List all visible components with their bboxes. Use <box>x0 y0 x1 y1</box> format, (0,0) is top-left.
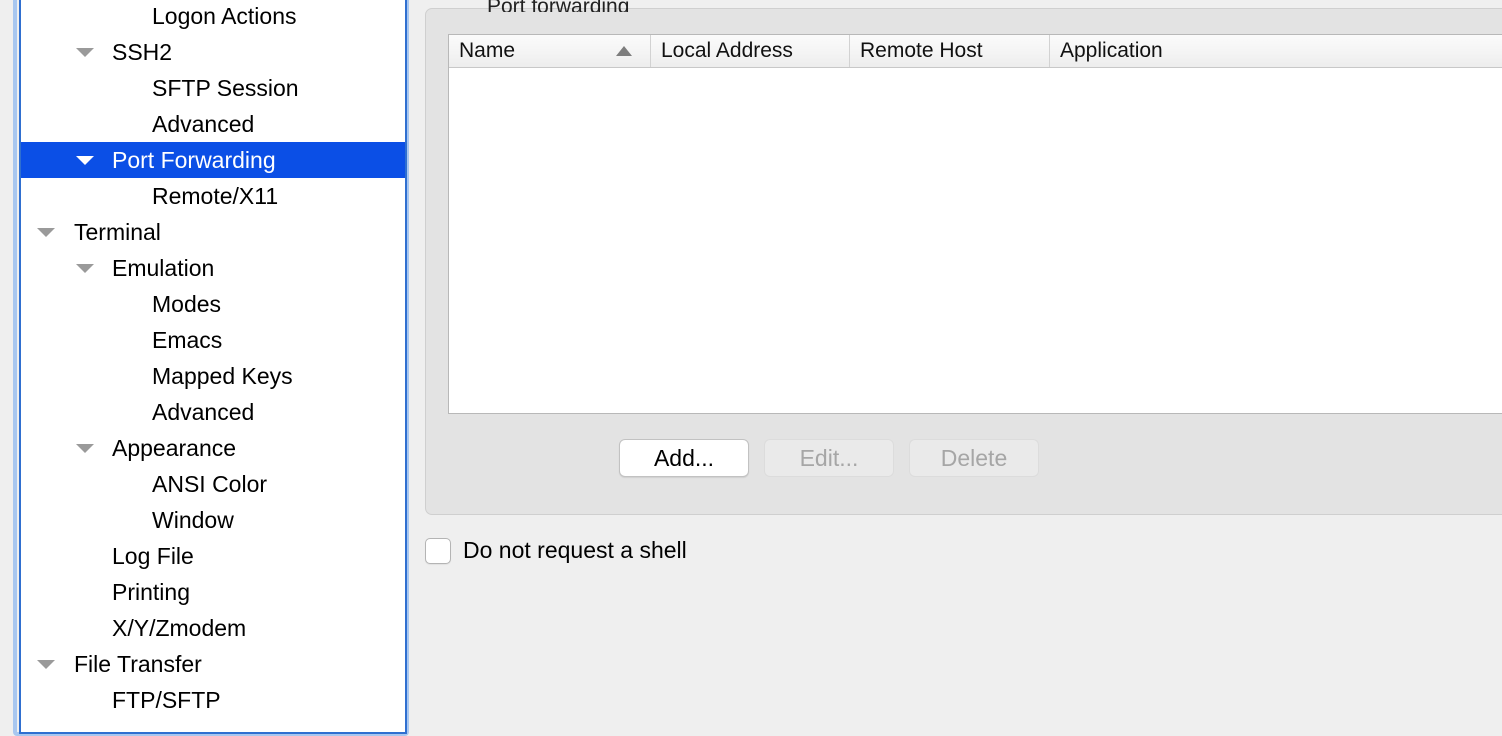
sidebar-item-label: Remote/X11 <box>152 183 279 209</box>
sidebar-item-log-file[interactable]: Log File <box>21 538 405 574</box>
sidebar-item-label: Window <box>152 507 234 533</box>
sidebar-item-label: Advanced <box>152 111 255 137</box>
sidebar-item-label: Port Forwarding <box>112 147 276 173</box>
sidebar-item-label: Logon Actions <box>152 3 297 29</box>
sidebar-item-emulation[interactable]: Emulation <box>21 250 405 286</box>
category-tree-list[interactable]: Logon Actions SSH2 SFTP Session Advanced Por… <box>21 0 405 732</box>
disclosure-triangle-down-icon[interactable] <box>76 156 94 165</box>
disclosure-triangle-down-icon[interactable] <box>76 444 94 453</box>
sidebar-item-advanced[interactable]: Advanced <box>21 106 405 142</box>
sidebar-item-label: Emacs <box>152 327 223 353</box>
sidebar-item-label: X/Y/Zmodem <box>112 615 247 641</box>
do-not-request-shell-label: Do not request a shell <box>463 537 687 563</box>
sidebar-item-label: Emulation <box>112 255 215 281</box>
disclosure-triangle-down-icon[interactable] <box>37 228 55 237</box>
column-header-remote-host-label: Remote Host <box>860 39 983 62</box>
column-header-name[interactable]: Name <box>449 35 651 67</box>
column-header-local-address-label: Local Address <box>661 39 793 62</box>
port-forwarding-table[interactable]: Name Local Address Remote Host Applicati… <box>448 34 1502 414</box>
sidebar-item-label: Appearance <box>112 435 237 461</box>
disclosure-triangle-down-icon[interactable] <box>37 660 55 669</box>
column-header-remote-host[interactable]: Remote Host <box>850 35 1050 67</box>
sidebar-item-label: Terminal <box>74 219 161 245</box>
session-options-dialog: Logon Actions SSH2 SFTP Session Advanced Por… <box>0 0 1502 736</box>
sidebar-item-appearance[interactable]: Appearance <box>21 430 405 466</box>
sidebar-item-label: ANSI Color <box>152 471 268 497</box>
sidebar-item-ansi-color[interactable]: ANSI Color <box>21 466 405 502</box>
delete-button: Delete <box>909 439 1039 477</box>
sidebar-item-logon-actions[interactable]: Logon Actions <box>21 0 405 34</box>
sidebar-item-label: SFTP Session <box>152 75 299 101</box>
sidebar-item-ssh2[interactable]: SSH2 <box>21 34 405 70</box>
sidebar-item-emacs[interactable]: Emacs <box>21 322 405 358</box>
sidebar-item-modes[interactable]: Modes <box>21 286 405 322</box>
table-action-buttons: Add... Edit... Delete <box>426 439 1232 477</box>
groupbox-title: Port forwarding <box>487 0 630 12</box>
sidebar-item-x-y-zmodem[interactable]: X/Y/Zmodem <box>21 610 405 646</box>
sort-ascending-triangle-icon <box>616 46 632 56</box>
disclosure-triangle-down-icon[interactable] <box>76 264 94 273</box>
sidebar-item-advanced[interactable]: Advanced <box>21 394 405 430</box>
sidebar-item-terminal[interactable]: Terminal <box>21 214 405 250</box>
port-forwarding-pane: Port forwarding Name Local Address Remot… <box>411 0 1502 730</box>
table-body-empty[interactable] <box>449 68 1502 413</box>
sidebar-item-label: FTP/SFTP <box>112 687 221 713</box>
sidebar-item-label: File Transfer <box>74 651 202 677</box>
column-header-application-label: Application <box>1060 39 1163 62</box>
add-button-label: Add... <box>653 444 715 471</box>
sidebar-item-label: Printing <box>112 579 190 605</box>
sidebar-item-label: Log File <box>112 543 194 569</box>
do-not-request-shell-row[interactable]: Do not request a shell <box>425 537 687 564</box>
do-not-request-shell-checkbox[interactable] <box>425 537 451 564</box>
edit-button-label: Edit... <box>799 444 859 471</box>
sidebar-item-label: Mapped Keys <box>152 363 293 389</box>
edit-button: Edit... <box>764 439 894 477</box>
sidebar-item-printing[interactable]: Printing <box>21 574 405 610</box>
column-header-local-address[interactable]: Local Address <box>651 35 850 67</box>
sidebar-item-file-transfer[interactable]: File Transfer <box>21 646 405 682</box>
sidebar-item-label: Modes <box>152 291 222 317</box>
sidebar-item-label: Advanced <box>152 399 255 425</box>
category-tree-panel[interactable]: Logon Actions SSH2 SFTP Session Advanced Por… <box>19 0 407 734</box>
column-header-application[interactable]: Application <box>1050 35 1502 67</box>
sidebar-item-mapped-keys[interactable]: Mapped Keys <box>21 358 405 394</box>
add-button[interactable]: Add... <box>619 439 749 477</box>
sidebar-item-window[interactable]: Window <box>21 502 405 538</box>
sidebar-item-sftp-session[interactable]: SFTP Session <box>21 70 405 106</box>
sidebar-item-remote-x11[interactable]: Remote/X11 <box>21 178 405 214</box>
sidebar-item-ftp-sftp[interactable]: FTP/SFTP <box>21 682 405 718</box>
disclosure-triangle-down-icon[interactable] <box>76 48 94 57</box>
sidebar-item-port-forwarding[interactable]: Port Forwarding <box>21 142 405 178</box>
delete-button-label: Delete <box>940 444 1008 471</box>
column-header-name-label: Name <box>459 39 516 62</box>
port-forwarding-groupbox: Port forwarding Name Local Address Remot… <box>425 0 1502 515</box>
sidebar-item-label: SSH2 <box>112 39 173 65</box>
table-header-row: Name Local Address Remote Host Applicati… <box>449 35 1502 68</box>
